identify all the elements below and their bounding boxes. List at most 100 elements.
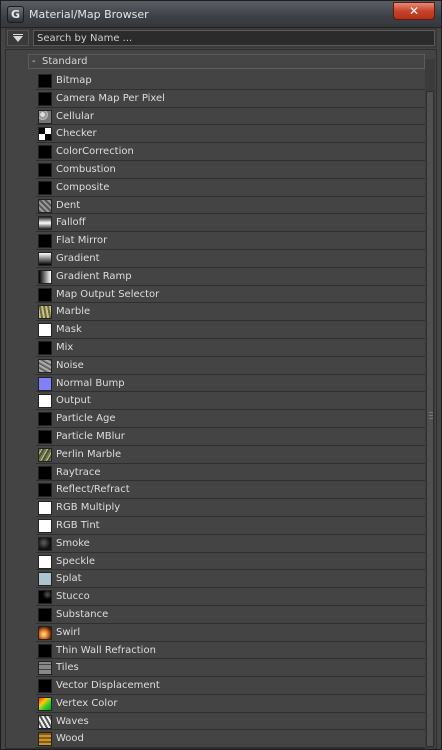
- list-item[interactable]: Normal Bump: [36, 375, 426, 393]
- list-item[interactable]: Dent: [36, 197, 426, 215]
- list-item-label: Map Output Selector: [56, 288, 160, 300]
- list-item[interactable]: Composite: [36, 179, 426, 197]
- list-item[interactable]: Thin Wall Refraction: [36, 642, 426, 660]
- list-item[interactable]: Gradient: [36, 250, 426, 268]
- list-item[interactable]: Swirl: [36, 624, 426, 642]
- filter-menu-button[interactable]: [7, 30, 29, 46]
- list-item-label: Perlin Marble: [56, 448, 122, 460]
- list-item[interactable]: Cellular: [36, 108, 426, 126]
- list-item[interactable]: Waves: [36, 713, 426, 731]
- list-item[interactable]: Wood: [36, 730, 426, 749]
- list-item-label: Swirl: [56, 626, 81, 638]
- collapse-toggle[interactable]: -: [32, 55, 36, 68]
- list-item-label: Reflect/Refract: [56, 484, 130, 496]
- list-item[interactable]: Vector Displacement: [36, 677, 426, 695]
- app-logo-icon[interactable]: G: [7, 6, 24, 23]
- list-item-label: Output: [56, 395, 91, 407]
- white-swatch-icon: [38, 394, 52, 409]
- list-item-label: Speckle: [56, 555, 96, 567]
- list-item[interactable]: Gradient Ramp: [36, 268, 426, 286]
- list-item-label: Tiles: [56, 662, 79, 674]
- list-item[interactable]: Output: [36, 392, 426, 411]
- list-item[interactable]: Combustion: [36, 161, 426, 179]
- marble-swatch-icon: [38, 305, 52, 320]
- vertex-color-swatch-icon: [38, 696, 52, 711]
- list-item-label: Combustion: [56, 163, 116, 175]
- black-swatch-icon: [38, 91, 52, 106]
- list-item[interactable]: Stucco: [36, 588, 426, 606]
- wood-swatch-icon: [38, 732, 52, 747]
- list-item[interactable]: Speckle: [36, 553, 426, 571]
- vertical-scrollbar[interactable]: [425, 59, 435, 749]
- list-item[interactable]: Smoke: [36, 535, 426, 553]
- gradient-ramp-swatch-icon: [38, 269, 52, 284]
- tiles-swatch-icon: [38, 661, 52, 676]
- list-item[interactable]: RGB Tint: [36, 517, 426, 535]
- black-swatch-icon: [38, 162, 52, 177]
- list-item[interactable]: Reflect/Refract: [36, 481, 426, 500]
- list-item-label: Gradient Ramp: [56, 270, 132, 282]
- list-item-label: Cellular: [56, 110, 95, 122]
- list-item[interactable]: Vertex Color: [36, 695, 426, 713]
- group-label: Standard: [42, 56, 88, 67]
- search-bar: [5, 28, 437, 48]
- list-item-label: Flat Mirror: [56, 235, 108, 247]
- checker-swatch-icon: [38, 127, 52, 142]
- scroll-thumb[interactable]: [426, 91, 434, 747]
- black-swatch-icon: [38, 679, 52, 694]
- normal-bump-swatch-icon: [38, 376, 52, 391]
- material-map-browser-window: G Material/Map Browser ✕ - Standard Bitm…: [0, 0, 442, 750]
- list-item[interactable]: Mask: [36, 321, 426, 339]
- list-item[interactable]: Particle MBlur: [36, 428, 426, 446]
- group-header-standard[interactable]: - Standard: [28, 54, 425, 69]
- list-item-label: RGB Multiply: [56, 502, 121, 514]
- menu-bar-icon: [13, 34, 23, 35]
- list-item-label: Gradient: [56, 252, 100, 264]
- stucco-swatch-icon: [38, 590, 52, 605]
- list-item[interactable]: Tiles: [36, 659, 426, 678]
- list-item-label: Normal Bump: [56, 377, 125, 389]
- swirl-swatch-icon: [38, 625, 52, 640]
- list-item[interactable]: Falloff: [36, 214, 426, 233]
- list-item[interactable]: Flat Mirror: [36, 232, 426, 250]
- list-item[interactable]: ColorCorrection: [36, 143, 426, 161]
- list-item[interactable]: RGB Multiply: [36, 499, 426, 517]
- black-swatch-icon: [38, 412, 52, 427]
- list-item[interactable]: Bitmap: [36, 72, 426, 90]
- list-item[interactable]: Camera Map Per Pixel: [36, 90, 426, 108]
- list-item-label: RGB Tint: [56, 519, 100, 531]
- list-item[interactable]: Noise: [36, 357, 426, 375]
- list-item-label: Bitmap: [56, 75, 92, 86]
- list-item[interactable]: Checker: [36, 125, 426, 144]
- list-item-label: Composite: [56, 181, 110, 193]
- list-item-label: Particle MBlur: [56, 430, 125, 442]
- list-item-label: Wood: [56, 733, 84, 745]
- dropdown-triangle-icon: [13, 36, 23, 42]
- list-item[interactable]: Splat: [36, 570, 426, 589]
- list-item-label: Vertex Color: [56, 697, 118, 709]
- list-item[interactable]: Perlin Marble: [36, 446, 426, 464]
- waves-swatch-icon: [38, 714, 52, 729]
- list-item[interactable]: Map Output Selector: [36, 286, 426, 304]
- list-item[interactable]: Mix: [36, 339, 426, 357]
- title-bar[interactable]: G Material/Map Browser ✕: [1, 1, 441, 28]
- list-item-label: Waves: [56, 715, 89, 727]
- list-item-label: Marble: [56, 306, 91, 318]
- list-item-label: Noise: [56, 359, 84, 371]
- close-button[interactable]: ✕: [393, 2, 435, 20]
- list-item[interactable]: Marble: [36, 303, 426, 322]
- search-input[interactable]: [33, 30, 435, 46]
- list-item[interactable]: Raytrace: [36, 464, 426, 482]
- white-swatch-icon: [38, 323, 52, 338]
- list-item[interactable]: Substance: [36, 606, 426, 624]
- white-swatch-icon: [38, 501, 52, 516]
- black-swatch-icon: [38, 643, 52, 658]
- list-item[interactable]: Particle Age: [36, 410, 426, 428]
- falloff-swatch-icon: [38, 216, 52, 231]
- list-item-label: Thin Wall Refraction: [56, 644, 156, 656]
- black-swatch-icon: [38, 429, 52, 444]
- close-icon: ✕: [408, 4, 420, 18]
- list-item-label: Raytrace: [56, 466, 101, 478]
- black-swatch-icon: [38, 483, 52, 498]
- noise-swatch-icon: [38, 358, 52, 373]
